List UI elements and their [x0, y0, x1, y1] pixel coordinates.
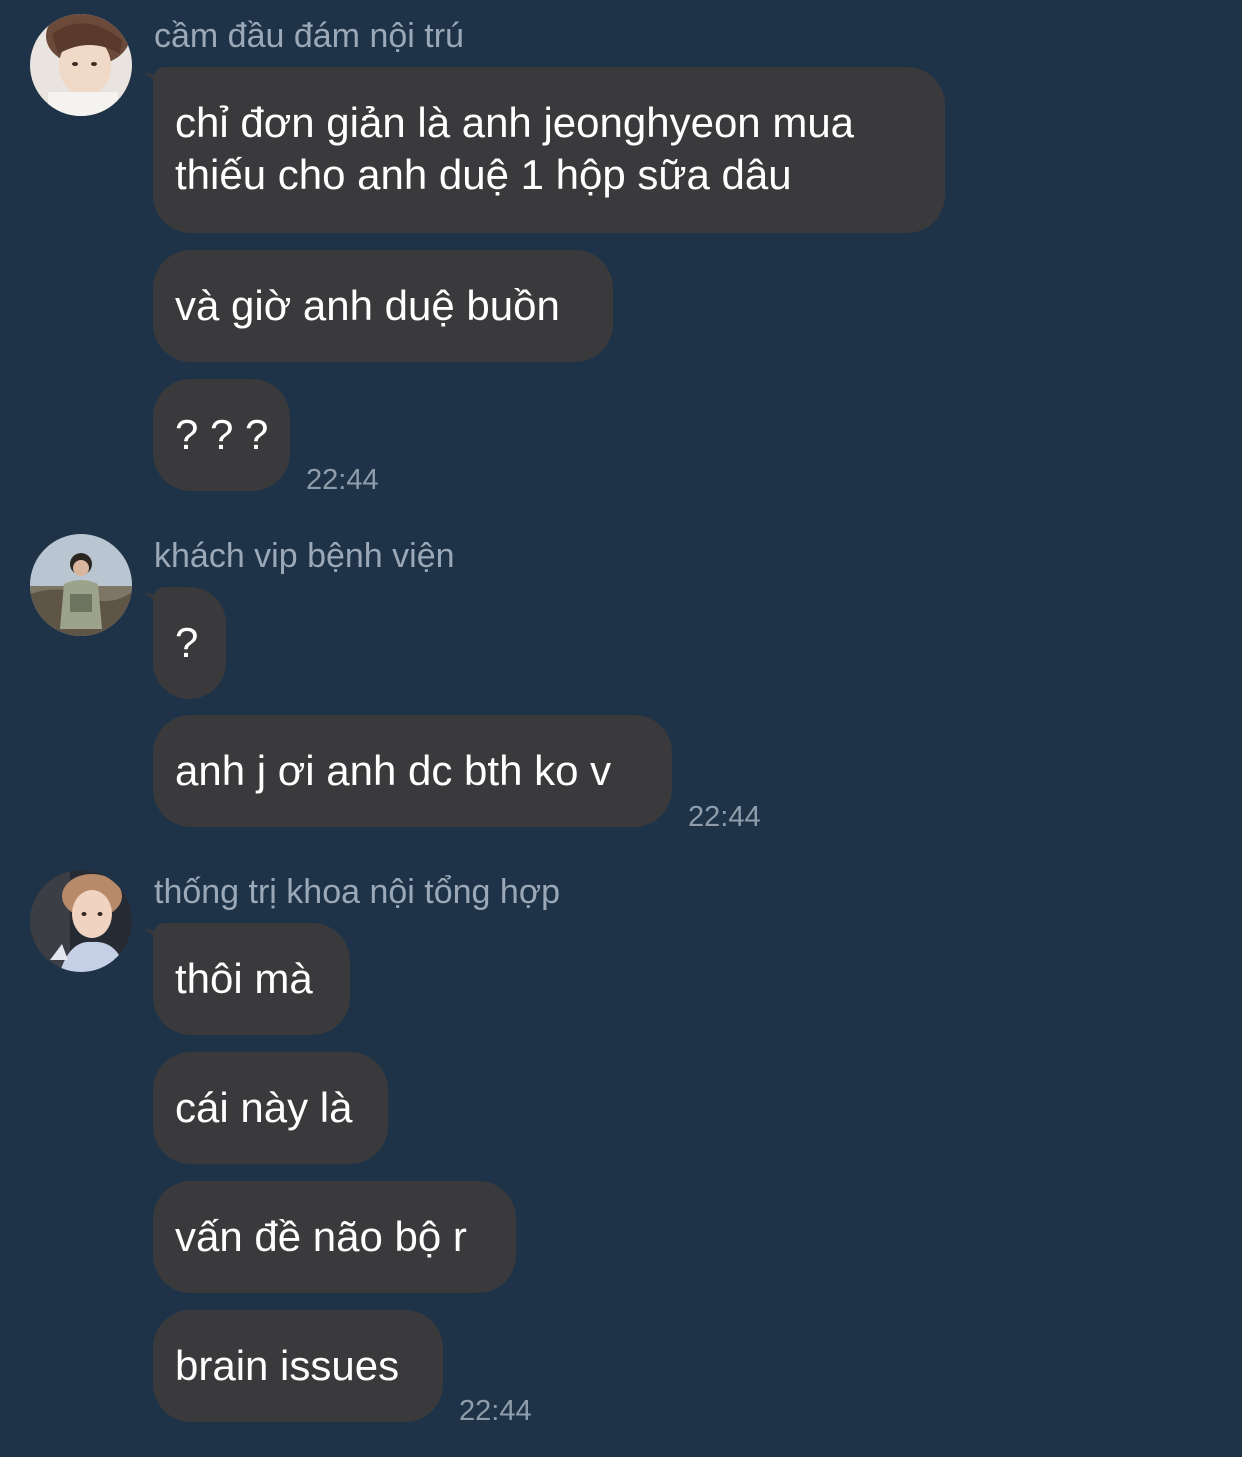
avatar[interactable] — [30, 534, 132, 636]
message-bubble[interactable]: thôi mà — [153, 923, 350, 1035]
message-text: thôi mà — [175, 955, 313, 1002]
message-timestamp: 22:44 — [306, 464, 379, 496]
message-timestamp: 22:44 — [688, 801, 761, 833]
message-text: chỉ đơn giản là anh jeonghyeon mua thiếu… — [175, 99, 855, 198]
user-avatar-1-icon — [30, 14, 132, 116]
message-text: anh j ơi anh dc bth ko v — [175, 747, 612, 794]
message-bubble[interactable]: chỉ đơn giản là anh jeonghyeon mua thiếu… — [153, 67, 945, 233]
user-avatar-3-icon — [30, 870, 132, 972]
message-text: cái này là — [175, 1084, 353, 1131]
message-text: vấn đề não bộ r — [175, 1213, 467, 1260]
message-text: và giờ anh duệ buồn — [175, 282, 560, 329]
message-timestamp: 22:44 — [459, 1395, 532, 1427]
message-bubble[interactable]: và giờ anh duệ buồn — [153, 250, 613, 362]
message-text: ? ? ? — [175, 411, 269, 458]
message-bubble[interactable]: cái này là — [153, 1052, 388, 1164]
message-text: ? — [175, 619, 199, 666]
avatar[interactable] — [30, 870, 132, 972]
message-bubble[interactable]: anh j ơi anh dc bth ko v — [153, 715, 672, 827]
sender-name: thống trị khoa nội tổng hợp — [154, 873, 561, 911]
message-text: brain issues — [175, 1342, 400, 1389]
message-bubble[interactable]: brain issues — [153, 1310, 443, 1422]
user-avatar-2-icon — [30, 534, 132, 636]
chat-thread[interactable]: cầm đầu đám nội trú chỉ đơn giản là anh … — [0, 0, 1242, 1457]
sender-name: cầm đầu đám nội trú — [154, 17, 464, 55]
message-bubble[interactable]: ? ? ? — [153, 379, 290, 491]
sender-name: khách vip bệnh viện — [154, 537, 455, 575]
message-bubble[interactable]: ? — [153, 587, 226, 699]
message-bubble[interactable]: vấn đề não bộ r — [153, 1181, 516, 1293]
avatar[interactable] — [30, 14, 132, 116]
